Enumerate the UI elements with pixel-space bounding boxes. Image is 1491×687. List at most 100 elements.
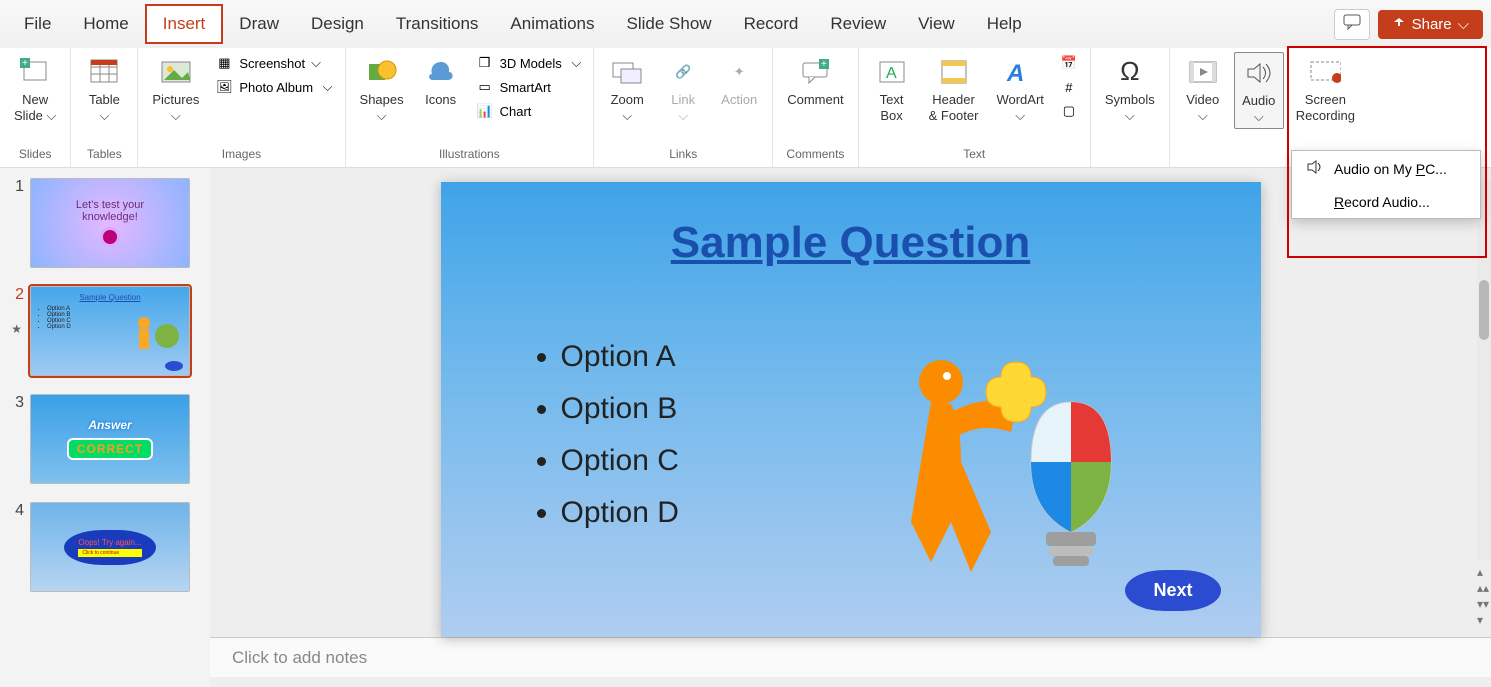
thumb1-line2: knowledge!	[82, 211, 138, 223]
icons-label: Icons	[425, 92, 456, 108]
thumb-3[interactable]: Answer CORRECT	[30, 394, 190, 484]
new-comment-icon: +	[799, 56, 831, 88]
notes-pane[interactable]: Click to add notes	[210, 637, 1491, 677]
notes-placeholder: Click to add notes	[232, 648, 367, 667]
icons-button[interactable]: Icons	[416, 52, 466, 112]
comment-label: Comment	[787, 92, 843, 108]
thumb-row-3[interactable]: 3 Answer CORRECT	[6, 394, 204, 484]
prev-slide-button[interactable]: ▴	[1477, 565, 1489, 579]
group-images: Pictures⌵ ▦Screenshot ⌵ 🖼Photo Album ⌵ I…	[138, 48, 345, 167]
thumb2-clipart	[129, 311, 179, 361]
thumb-1[interactable]: Let's test yourknowledge!	[30, 178, 190, 268]
wordart-label: WordArt⌵	[996, 92, 1043, 123]
prev-slide-double[interactable]: ▴▴	[1477, 581, 1489, 595]
zoom-label: Zoom⌵	[611, 92, 644, 123]
share-button[interactable]: Share ⌵	[1378, 10, 1483, 39]
thumb3-correct: CORRECT	[67, 438, 153, 460]
photo-album-button[interactable]: 🖼Photo Album ⌵	[211, 76, 336, 98]
group-tables: Table⌵ Tables	[71, 48, 138, 167]
textbox-button[interactable]: A TextBox	[867, 52, 917, 127]
new-slide-button[interactable]: + NewSlide ⌵	[8, 52, 62, 127]
screen-recording-button[interactable]: ScreenRecording	[1290, 52, 1361, 127]
tab-view[interactable]: View	[902, 6, 971, 42]
table-button[interactable]: Table⌵	[79, 52, 129, 127]
svg-text:+: +	[22, 58, 28, 69]
slide-canvas-area: Sample Question Option A Option B Option…	[210, 168, 1491, 687]
zoom-button[interactable]: Zoom⌵	[602, 52, 652, 127]
tab-animations[interactable]: Animations	[494, 6, 610, 42]
chart-button[interactable]: 📊Chart	[472, 100, 586, 122]
video-button[interactable]: Video⌵	[1178, 52, 1228, 127]
option-d[interactable]: Option D	[561, 496, 679, 530]
textbox-label: TextBox	[880, 92, 904, 123]
slide-canvas[interactable]: Sample Question Option A Option B Option…	[441, 182, 1261, 637]
tab-design[interactable]: Design	[295, 6, 380, 42]
slide-number-button[interactable]: #	[1056, 76, 1082, 98]
screen-recording-label: ScreenRecording	[1296, 92, 1355, 123]
wordart-button[interactable]: A WordArt⌵	[990, 52, 1049, 127]
group-label-links: Links	[669, 145, 697, 163]
option-a[interactable]: Option A	[561, 340, 679, 374]
record-audio-item[interactable]: Record Audio...	[1292, 186, 1480, 218]
comment-button[interactable]: + Comment	[781, 52, 849, 112]
thumb-2[interactable]: Sample Question Option A Option B Option…	[30, 286, 190, 376]
thumb-4[interactable]: Oops! Try again... Click to continue	[30, 502, 190, 592]
new-slide-label: NewSlide ⌵	[14, 92, 56, 123]
record-audio-label: Record Audio...	[1334, 194, 1430, 210]
date-time-button[interactable]: 📅	[1056, 52, 1082, 74]
group-label-media	[1268, 145, 1271, 163]
thumb-row-1[interactable]: 1 Let's test yourknowledge!	[6, 178, 204, 268]
shapes-button[interactable]: Shapes⌵	[354, 52, 410, 127]
next-slide-double[interactable]: ▾▾	[1477, 597, 1489, 611]
link-label: Link⌵	[671, 92, 695, 123]
owl-icon	[100, 227, 120, 247]
scrollbar-thumb[interactable]	[1479, 280, 1489, 340]
photo-album-icon: 🖼	[215, 78, 233, 96]
option-c[interactable]: Option C	[561, 444, 679, 478]
comment-icon	[1343, 14, 1361, 30]
person-puzzle-bulb-clipart[interactable]	[851, 322, 1151, 592]
table-label: Table⌵	[89, 92, 120, 123]
tab-file[interactable]: File	[8, 6, 67, 42]
tab-record[interactable]: Record	[728, 6, 815, 42]
screenshot-label: Screenshot	[239, 56, 305, 71]
slide-nav-buttons: ▴ ▴▴ ▾▾ ▾	[1477, 565, 1489, 627]
thumb4-oops-text: Oops! Try again...	[78, 538, 141, 547]
next-slide-button[interactable]: ▾	[1477, 613, 1489, 627]
omega-icon: Ω	[1114, 56, 1146, 88]
group-symbols: Ω Symbols⌵	[1091, 48, 1170, 167]
slide-title[interactable]: Sample Question	[441, 218, 1261, 268]
thumb-number: 1	[6, 178, 24, 196]
pictures-button[interactable]: Pictures⌵	[146, 52, 205, 127]
number-icon: #	[1060, 78, 1078, 96]
thumb-row-2[interactable]: 2★ Sample Question Option A Option B Opt…	[6, 286, 204, 376]
comments-pane-button[interactable]	[1334, 9, 1370, 40]
header-footer-button[interactable]: Header& Footer	[923, 52, 985, 127]
slide-options-list[interactable]: Option A Option B Option C Option D	[561, 322, 679, 548]
tab-home[interactable]: Home	[67, 6, 144, 42]
tab-review[interactable]: Review	[814, 6, 902, 42]
slide-thumbnails-panel[interactable]: 1 Let's test yourknowledge! 2★ Sample Qu…	[0, 168, 210, 687]
tab-help[interactable]: Help	[971, 6, 1038, 42]
3d-models-button[interactable]: ❒3D Models ⌵	[472, 52, 586, 74]
svg-text:A: A	[886, 65, 897, 82]
svg-text:+: +	[821, 59, 827, 70]
object-button[interactable]: ▢	[1056, 100, 1082, 122]
tab-transitions[interactable]: Transitions	[380, 6, 495, 42]
audio-button[interactable]: Audio⌵	[1234, 52, 1284, 129]
smartart-button[interactable]: ▭SmartArt	[472, 76, 586, 98]
header-footer-icon	[938, 56, 970, 88]
tab-insert[interactable]: Insert	[145, 4, 224, 44]
screenshot-button[interactable]: ▦Screenshot ⌵	[211, 52, 336, 74]
share-label: Share	[1412, 16, 1452, 33]
tab-slideshow[interactable]: Slide Show	[611, 6, 728, 42]
option-b[interactable]: Option B	[561, 392, 679, 426]
symbols-button[interactable]: Ω Symbols⌵	[1099, 52, 1161, 127]
audio-on-my-pc-item[interactable]: Audio on My PC...	[1292, 151, 1480, 186]
next-button[interactable]: Next	[1125, 570, 1220, 611]
thumb-row-4[interactable]: 4 Oops! Try again... Click to continue	[6, 502, 204, 592]
tab-draw[interactable]: Draw	[223, 6, 295, 42]
vertical-scrollbar[interactable]	[1477, 180, 1491, 560]
group-label-images: Images	[222, 145, 261, 163]
chevron-down-icon: ⌵	[1458, 16, 1469, 33]
